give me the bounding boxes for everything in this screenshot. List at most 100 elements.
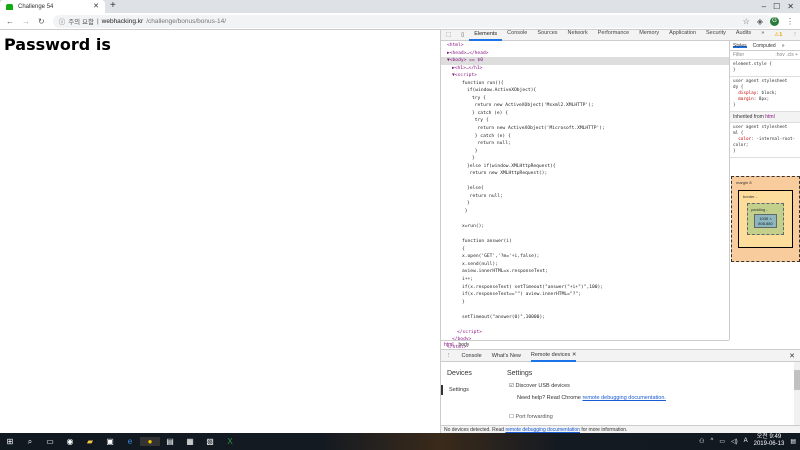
new-tab-button[interactable]: + xyxy=(110,0,116,12)
devtools-tab[interactable]: Security xyxy=(701,30,731,41)
scrollbar[interactable] xyxy=(794,362,800,426)
devtools-tab[interactable]: Sources xyxy=(532,30,562,41)
back-icon[interactable]: ← xyxy=(6,17,14,26)
reload-icon[interactable]: ↻ xyxy=(38,17,45,26)
crumb-body[interactable]: body xyxy=(458,342,469,348)
dom-line[interactable]: function run(){ xyxy=(441,80,729,88)
close-window-icon[interactable]: ✕ xyxy=(787,2,794,11)
dom-line[interactable]: function answer(i) xyxy=(441,238,729,246)
file-explorer-icon[interactable]: ▰ xyxy=(80,437,100,446)
dom-line[interactable]: }else{ xyxy=(441,185,729,193)
dom-line[interactable]: return new ActiveXObject('Microsoft.XMLH… xyxy=(441,125,729,133)
search-icon[interactable]: ⌕ xyxy=(20,437,40,447)
cls-button[interactable]: .cls xyxy=(786,52,794,58)
inspect-icon[interactable]: ⬚ xyxy=(441,32,456,38)
dom-line[interactable]: } xyxy=(441,148,729,156)
extension-icon[interactable]: ◈ xyxy=(757,17,763,26)
dom-line[interactable]: } catch (e) { xyxy=(441,133,729,141)
store-icon[interactable]: ▣ xyxy=(100,437,120,446)
maximize-icon[interactable]: ☐ xyxy=(773,2,780,11)
dom-line[interactable]: try { xyxy=(441,95,729,103)
dom-line[interactable]: <html> xyxy=(441,42,729,50)
styles-filter-input[interactable]: Filter xyxy=(733,52,744,58)
edge-icon[interactable]: e xyxy=(120,437,140,446)
dom-line[interactable]: } xyxy=(441,200,729,208)
dom-line[interactable] xyxy=(441,231,729,239)
drawer-tab-remote-devices[interactable]: Remote devices ✕ xyxy=(530,350,577,362)
people-icon[interactable]: ⚇ xyxy=(699,438,704,445)
chrome-icon[interactable]: ● xyxy=(140,437,160,446)
dom-line[interactable]: try { xyxy=(441,117,729,125)
dom-line[interactable] xyxy=(441,216,729,224)
devtools-tab[interactable]: Application xyxy=(664,30,701,41)
dom-line[interactable]: i++; xyxy=(441,276,729,284)
dom-line[interactable]: } xyxy=(441,208,729,216)
close-tab-icon[interactable]: ✕ xyxy=(93,2,99,10)
dom-line[interactable]: return null; xyxy=(441,193,729,201)
drawer-close-icon[interactable]: ✕ xyxy=(789,352,795,360)
dom-line[interactable]: ▼<script> xyxy=(441,72,729,80)
devtools-tab[interactable]: Console xyxy=(502,30,532,41)
url-input[interactable]: ⓘ 주의 요함 | webhacking.kr/challenge/bonus/… xyxy=(52,14,773,28)
drawer-tab-whats-new[interactable]: What's New xyxy=(492,353,521,359)
photos-icon[interactable]: ▧ xyxy=(200,437,220,446)
task-view-icon[interactable]: ▭ xyxy=(40,437,60,446)
crumb-html[interactable]: html xyxy=(444,342,453,348)
drawer-menu-icon[interactable]: ⋮ xyxy=(446,353,452,359)
dom-line[interactable]: </script> xyxy=(441,329,729,337)
dom-line[interactable]: } catch (e) { xyxy=(441,110,729,118)
more-tabs[interactable]: » xyxy=(782,43,785,49)
dom-line[interactable]: return new ActiveXObject('Msxml2.XMLHTTP… xyxy=(441,102,729,110)
dom-line[interactable]: if(x.responseText=="") aview.innerHTML="… xyxy=(441,291,729,299)
dom-line[interactable]: } xyxy=(441,299,729,307)
tab-computed[interactable]: Computed xyxy=(753,43,776,49)
menu-icon[interactable]: ⋮ xyxy=(786,17,794,26)
inherited-tag[interactable]: html xyxy=(765,114,774,120)
minimize-icon[interactable]: – xyxy=(762,2,766,11)
notifications-icon[interactable]: ▤ xyxy=(790,438,796,445)
terminal-icon[interactable]: ▤ xyxy=(160,437,180,446)
dom-line[interactable]: return null; xyxy=(441,140,729,148)
close-tab-icon[interactable]: ✕ xyxy=(572,352,577,358)
calculator-icon[interactable]: ▦ xyxy=(180,437,200,446)
dom-line[interactable]: if(x.responseText) setTimeout("answer("+… xyxy=(441,284,729,292)
port-forwarding-checkbox[interactable]: ☐ xyxy=(509,414,514,420)
hov-button[interactable]: :hov xyxy=(775,52,784,58)
devtools-tab[interactable]: Elements xyxy=(469,30,503,41)
volume-icon[interactable]: ◁) xyxy=(731,438,738,445)
ime-label[interactable]: A xyxy=(744,438,748,444)
sidebar-item-devices[interactable]: Devices xyxy=(441,362,501,385)
dom-line[interactable] xyxy=(441,321,729,329)
dom-line[interactable] xyxy=(441,178,729,186)
tray-chevron-icon[interactable]: ^ xyxy=(710,438,713,444)
browser-tab[interactable]: Challenge 54 ✕ xyxy=(0,0,105,13)
app-icon[interactable]: ◉ xyxy=(60,437,80,446)
dom-line[interactable]: setTimeout("answer(0)",10000); xyxy=(441,314,729,322)
star-icon[interactable]: ☆ xyxy=(743,17,750,26)
excel-icon[interactable]: X xyxy=(220,437,240,446)
dom-tree[interactable]: <html> ▶<head>…</head> ▼<body> == $0 ▶<h1>…… xyxy=(441,41,729,350)
dom-line[interactable]: aview.innerHTML=x.responseText; xyxy=(441,268,729,276)
network-icon[interactable]: ▭ xyxy=(719,438,725,445)
devtools-tab[interactable]: » xyxy=(756,30,769,41)
device-toggle-icon[interactable]: ▯ xyxy=(456,32,469,38)
dom-line[interactable]: ▼<body> == $0 xyxy=(441,57,729,65)
dom-line[interactable]: }else if(window.XMLHttpRequest){ xyxy=(441,163,729,171)
dom-line[interactable]: if(window.ActiveXObject){ xyxy=(441,87,729,95)
dom-line[interactable] xyxy=(441,306,729,314)
warning-icon[interactable]: ⚠1 xyxy=(769,32,787,38)
devtools-menu-icon[interactable]: ⋮ xyxy=(787,32,800,38)
sidebar-item-settings[interactable]: Settings xyxy=(441,385,501,395)
discover-usb-checkbox[interactable]: ☑ xyxy=(509,383,514,389)
dom-line[interactable]: } xyxy=(441,155,729,163)
dom-line[interactable]: x.open('GET','?m='+i,false); xyxy=(441,253,729,261)
forward-icon[interactable]: → xyxy=(22,17,30,26)
devtools-tab[interactable]: Performance xyxy=(593,30,635,41)
dom-line[interactable]: ▶<h1>…</h1> xyxy=(441,65,729,73)
docs-link[interactable]: remote debugging documentation. xyxy=(582,395,665,401)
dom-line[interactable]: x=run(); xyxy=(441,223,729,231)
dom-line[interactable]: return new XMLHttpRequest(); xyxy=(441,170,729,178)
devtools-tab[interactable]: Network xyxy=(563,30,593,41)
dom-line[interactable]: ▶<head>…</head> xyxy=(441,50,729,58)
dom-line[interactable]: { xyxy=(441,246,729,254)
